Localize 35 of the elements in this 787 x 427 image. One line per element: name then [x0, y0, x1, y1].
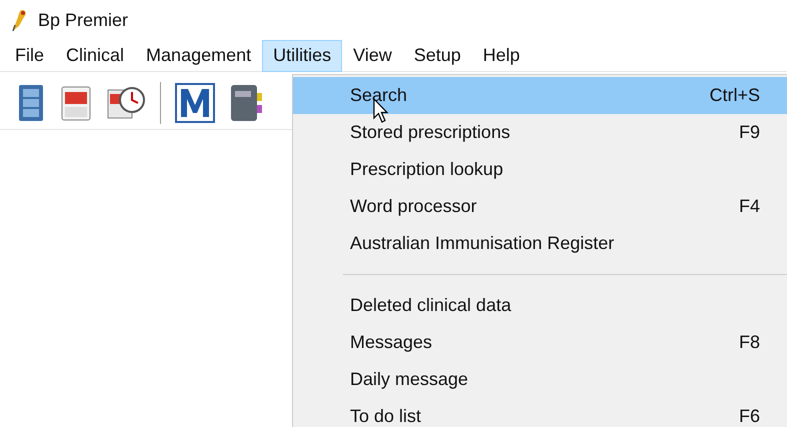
menu-bar-item[interactable]: View	[342, 40, 403, 72]
m-icon[interactable]	[175, 82, 215, 122]
menu-item-label: Australian Immunisation Register	[350, 232, 614, 255]
menu-bar-item[interactable]: Utilities	[262, 40, 342, 72]
shortcut-label: F4	[738, 195, 760, 218]
menu-item[interactable]: To do list F6	[293, 398, 787, 427]
menu-item[interactable]: Daily message	[293, 361, 787, 398]
menu-bar-item[interactable]: File	[4, 40, 56, 72]
menu-item[interactable]: Stored prescriptions F9	[293, 114, 787, 151]
menu-item-label: Messages	[350, 331, 432, 354]
menu-item-label: Word processor	[350, 195, 477, 218]
shortcut-label: F8	[738, 331, 760, 354]
binder-icon[interactable]	[229, 82, 263, 122]
menu-bar-item[interactable]: Management	[135, 40, 262, 72]
shortcut-label: Ctrl+S	[709, 84, 760, 107]
menu-item[interactable]: Messages F8	[293, 324, 787, 361]
shortcut-label: F9	[738, 121, 760, 144]
menu-item[interactable]: Prescription lookup	[293, 151, 787, 188]
menu-bar-item[interactable]: Clinical	[55, 40, 136, 72]
menu-item[interactable]: Deleted clinical data	[293, 287, 787, 324]
menu-item[interactable]: Search Ctrl+S	[293, 77, 787, 114]
menu-item[interactable]: Word processor F4	[293, 188, 787, 225]
menu-item-label: Search	[350, 84, 408, 107]
filing-cabinet-icon[interactable]	[16, 82, 46, 122]
menu-item-label: Prescription lookup	[350, 158, 504, 181]
calendar-icon[interactable]	[60, 84, 92, 122]
menu-item-label: Daily message	[350, 368, 468, 391]
menu-item[interactable]: Australian Immunisation Register	[293, 225, 787, 262]
menu-item-label: Deleted clinical data	[350, 294, 512, 317]
menu-item-label: Stored prescriptions	[350, 121, 510, 144]
window-title: Bp Premier	[38, 8, 128, 32]
shortcut-label: F6	[738, 405, 760, 427]
menu-item-label: To do list	[350, 405, 422, 427]
menu-bar-item[interactable]: Help	[472, 40, 531, 72]
menu-bar-item[interactable]: Setup	[402, 40, 472, 72]
